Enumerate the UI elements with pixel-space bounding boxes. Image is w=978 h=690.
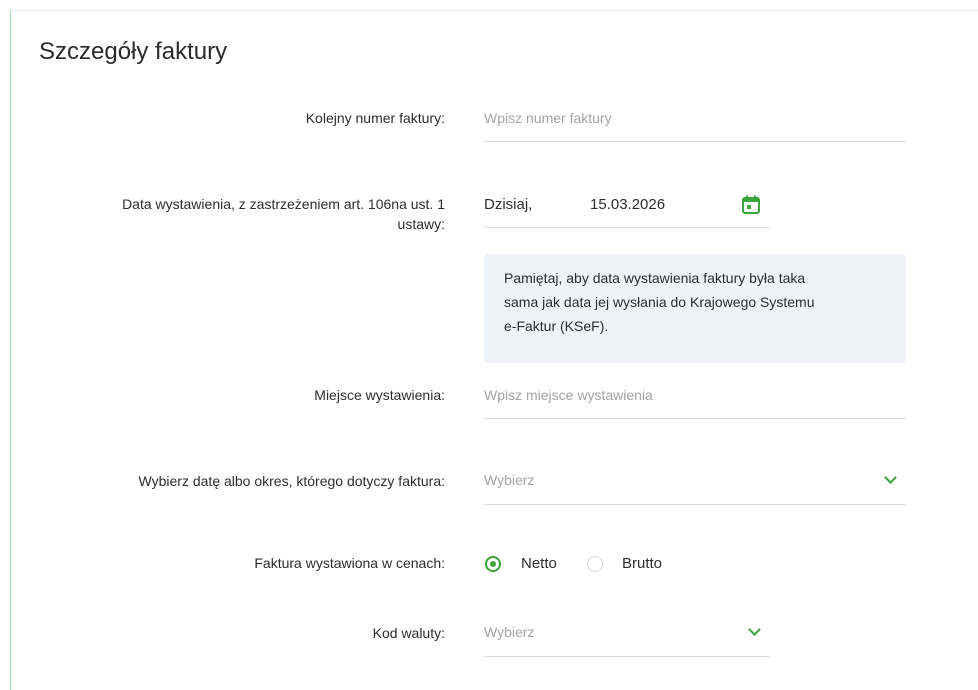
info-line-1: Pamiętaj, aby data wystawienia faktury b… xyxy=(504,270,806,286)
currency-select-value: Wybierz xyxy=(484,624,535,640)
info-line-3: e-Faktur (KSeF). xyxy=(504,318,609,334)
page-title: Szczegóły faktury xyxy=(39,38,228,65)
issue-date-prefix: Dzisiaj, xyxy=(484,196,533,213)
invoice-number-label: Kolejny numer faktury: xyxy=(305,110,445,126)
invoice-number-input[interactable] xyxy=(484,104,906,132)
issue-date-label-line2: ustawy: xyxy=(397,216,445,232)
period-select[interactable]: Wybierz xyxy=(484,467,906,505)
ksef-info-box: Pamiętaj, aby data wystawienia faktury b… xyxy=(484,254,906,363)
chevron-down-icon[interactable] xyxy=(884,471,897,484)
brutto-radio[interactable] xyxy=(587,556,603,572)
issue-date-value[interactable]: 15.03.2026 xyxy=(590,196,665,213)
info-line-2: sama jak data jej wysłania do Krajowego … xyxy=(504,294,815,310)
issue-date-field[interactable]: Dzisiaj, 15.03.2026 xyxy=(484,190,770,228)
calendar-icon[interactable] xyxy=(742,195,760,214)
brutto-radio-label[interactable]: Brutto xyxy=(622,555,662,572)
issue-date-label: Data wystawienia, z zastrzeżeniem art. 1… xyxy=(25,194,445,234)
netto-radio[interactable] xyxy=(485,556,501,572)
currency-label: Kod waluty: xyxy=(372,625,445,641)
price-type-label: Faktura wystawiona w cenach: xyxy=(254,555,445,571)
chevron-down-icon[interactable] xyxy=(748,623,761,636)
netto-radio-label[interactable]: Netto xyxy=(521,555,557,572)
invoice-number-field[interactable] xyxy=(484,104,906,142)
place-input[interactable] xyxy=(484,381,906,409)
issue-date-label-line1: Data wystawienia, z zastrzeżeniem art. 1… xyxy=(122,196,445,212)
period-label: Wybierz datę albo okres, którego dotyczy… xyxy=(138,473,445,489)
place-label: Miejsce wystawienia: xyxy=(314,387,445,403)
currency-select[interactable]: Wybierz xyxy=(484,619,770,657)
place-field[interactable] xyxy=(484,381,906,419)
period-select-value: Wybierz xyxy=(484,472,535,488)
